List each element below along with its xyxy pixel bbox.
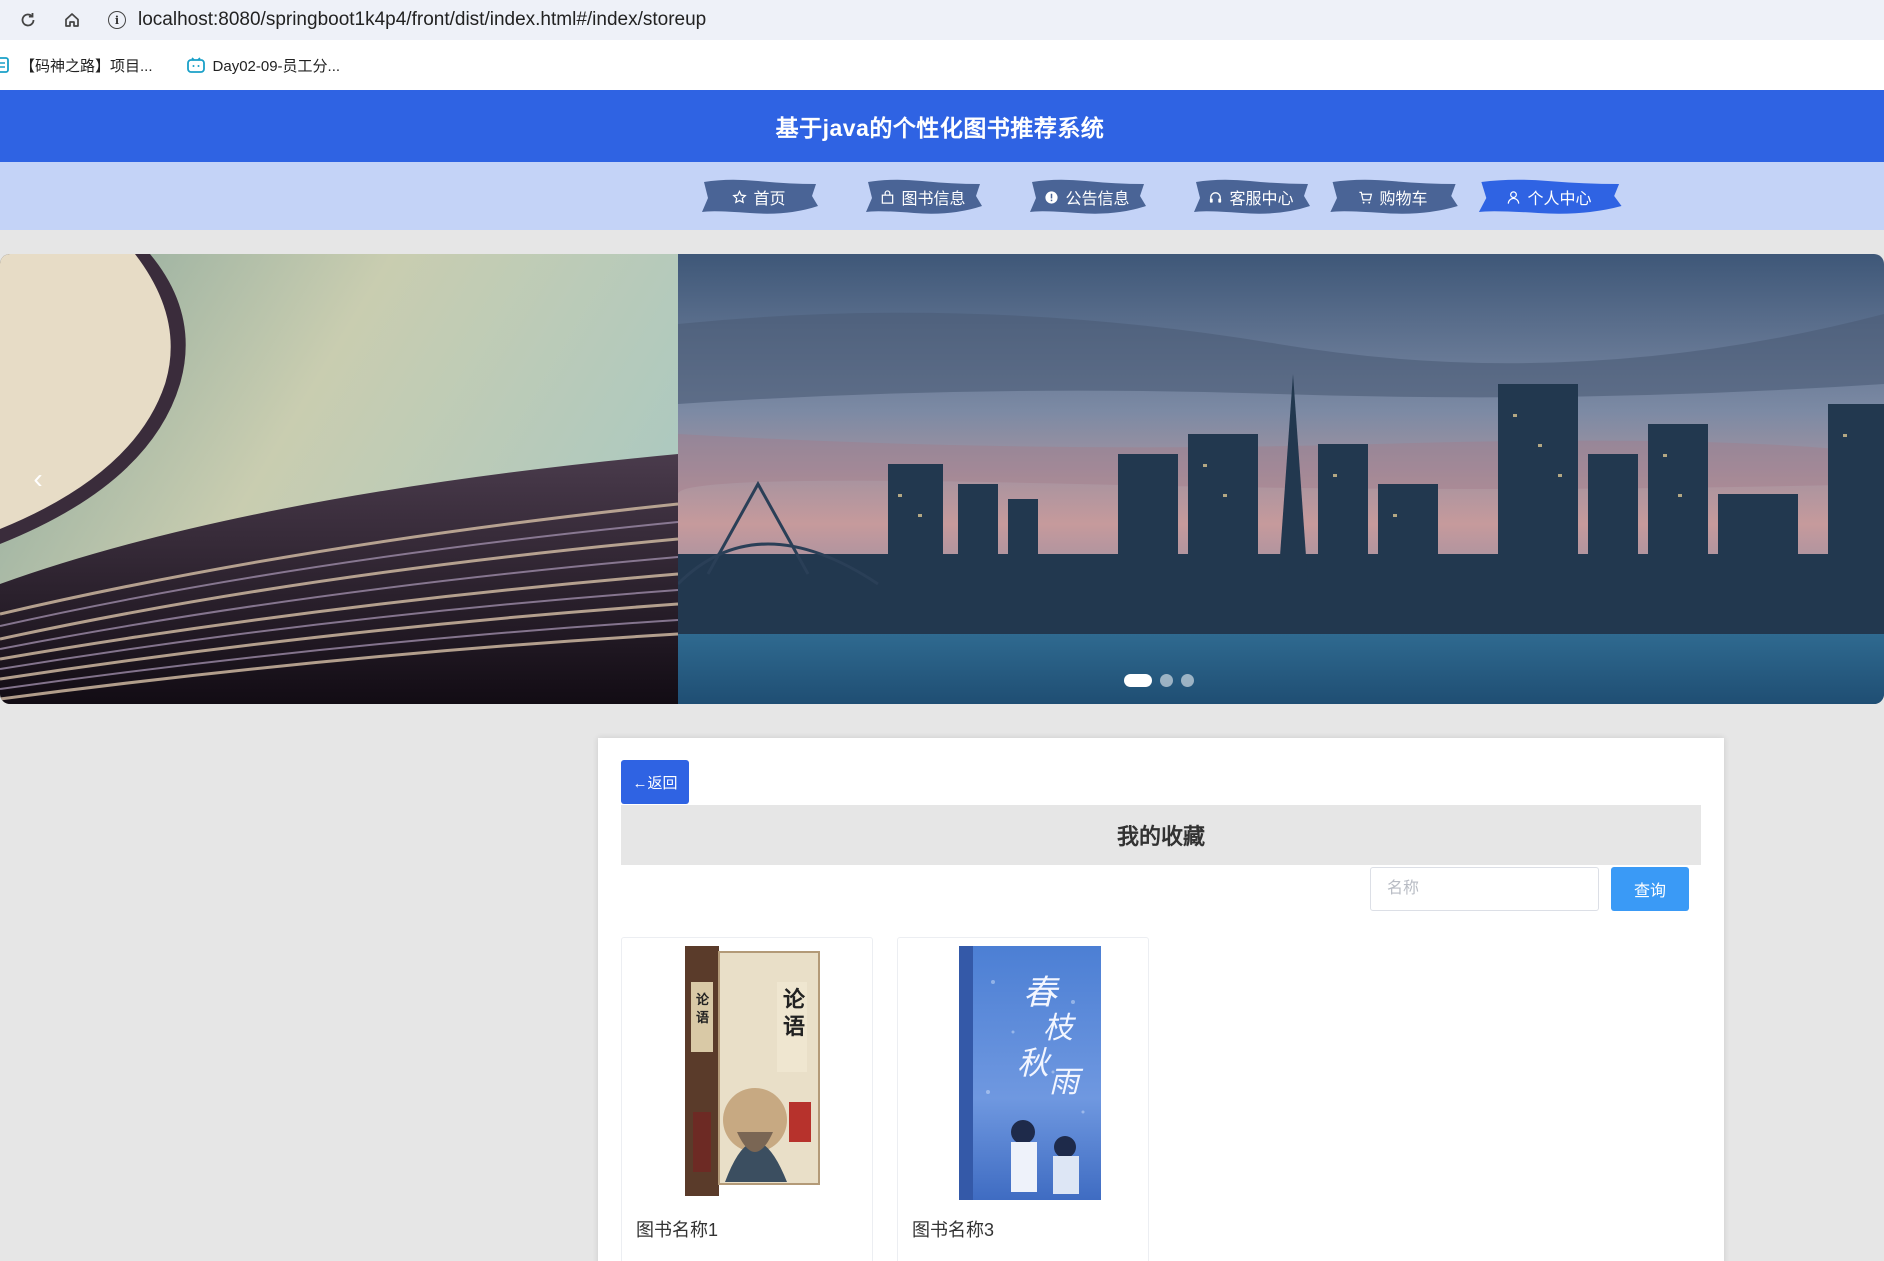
reload-icon[interactable] — [6, 0, 50, 40]
star-icon — [732, 189, 748, 204]
main-nav: 首页 图书信息 公告信息 客服中心 购物车 个人中心 — [0, 162, 1884, 230]
svg-text:雨: 雨 — [1049, 1065, 1084, 1100]
bookmark-item[interactable]: Day02-09-员工分... — [186, 55, 341, 76]
search-input[interactable] — [1370, 867, 1599, 911]
site-title: 基于java的个性化图书推荐系统 — [775, 115, 1105, 141]
nav-service[interactable]: 客服中心 — [1190, 176, 1312, 218]
book-card[interactable]: 春 枝 秋 雨 图书名称3 — [897, 937, 1149, 1261]
nav-label: 图书信息 — [901, 191, 966, 208]
nav-label: 购物车 — [1379, 191, 1428, 208]
url-text: localhost:8080/springboot1k4p4/front/dis… — [138, 9, 707, 30]
banner-book-pages-image — [0, 254, 678, 704]
banner-carousel: ‹ — [0, 254, 1884, 704]
book-cover-image: 论 语 论 语 — [685, 946, 820, 1196]
nav-label: 首页 — [753, 191, 786, 208]
book-name: 图书名称1 — [636, 1220, 719, 1240]
search-button[interactable]: 查询 — [1611, 867, 1689, 911]
url-field[interactable]: i localhost:8080/springboot1k4p4/front/d… — [108, 4, 1884, 36]
carousel-dot[interactable] — [1124, 674, 1152, 687]
nav-home[interactable]: 首页 — [698, 176, 820, 218]
alert-circle-icon — [1045, 190, 1059, 204]
svg-text:论: 论 — [783, 987, 806, 1013]
bookmark-label: Day02-09-员工分... — [212, 57, 341, 75]
headset-icon — [1210, 191, 1222, 203]
nav-profile[interactable]: 个人中心 — [1474, 176, 1624, 218]
carousel-dot[interactable] — [1160, 674, 1173, 687]
user-icon — [1508, 190, 1520, 204]
site-info-icon[interactable]: i — [108, 11, 126, 29]
back-button[interactable]: ←返回 — [621, 760, 689, 804]
bilibili-icon — [186, 57, 205, 73]
nav-notices[interactable]: 公告信息 — [1026, 176, 1148, 218]
bookmark-doc-icon — [0, 57, 9, 73]
nav-cart[interactable]: 购物车 — [1326, 176, 1460, 218]
nav-label: 个人中心 — [1527, 191, 1592, 208]
carousel-dot[interactable] — [1181, 674, 1194, 687]
site-header: 基于java的个性化图书推荐系统 — [0, 90, 1884, 162]
nav-label: 客服中心 — [1229, 191, 1294, 208]
home-icon[interactable] — [50, 0, 94, 40]
bookmarks-bar: 【码神之路】项目... Day02-09-员工分... — [0, 40, 1884, 90]
nav-label: 公告信息 — [1065, 191, 1130, 208]
storeup-panel: ←返回 我的收藏 查询 论 语 论 语 图书名称1 — [598, 738, 1724, 1261]
section-title: 我的收藏 — [621, 805, 1701, 865]
book-cover-image: 春 枝 秋 雨 — [959, 946, 1101, 1200]
cart-icon — [1359, 191, 1373, 204]
nav-books[interactable]: 图书信息 — [862, 176, 984, 218]
carousel-prev-button[interactable]: ‹ — [26, 459, 50, 499]
browser-address-bar: i localhost:8080/springboot1k4p4/front/d… — [0, 0, 1884, 40]
bookmark-label: 【码神之路】项目... — [20, 57, 153, 75]
svg-text:春: 春 — [1023, 973, 1060, 1013]
svg-text:秋: 秋 — [1017, 1044, 1052, 1082]
carousel-indicators — [1124, 674, 1194, 687]
book-name: 图书名称3 — [912, 1220, 995, 1240]
bookmark-item[interactable]: 【码神之路】项目... — [0, 55, 153, 76]
svg-text:语: 语 — [696, 1011, 709, 1026]
banner-city-skyline-image — [678, 254, 1884, 704]
svg-text:语: 语 — [783, 1014, 805, 1040]
svg-text:枝: 枝 — [1043, 1011, 1077, 1046]
book-card[interactable]: 论 语 论 语 图书名称1 — [621, 937, 873, 1261]
bag-icon — [882, 189, 894, 204]
svg-text:论: 论 — [696, 992, 710, 1008]
